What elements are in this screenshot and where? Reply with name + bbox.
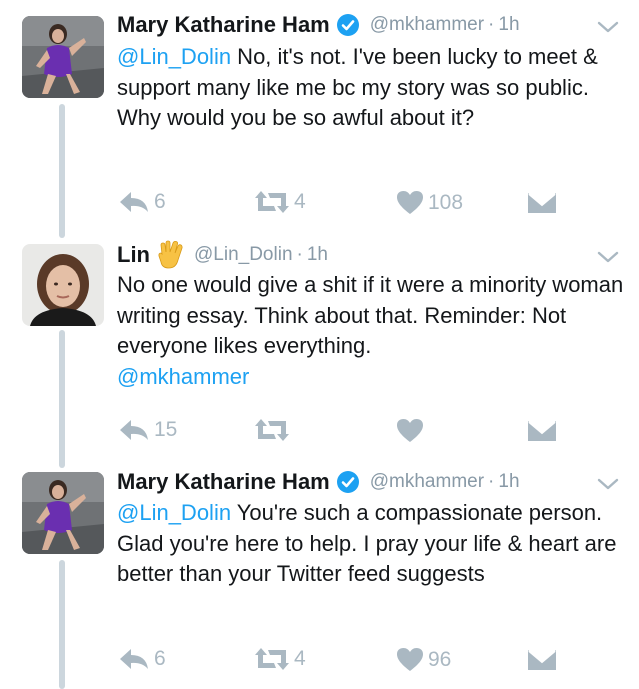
like-button[interactable] [396, 418, 428, 443]
verified-badge-icon [336, 470, 360, 494]
reply-count: 15 [154, 418, 178, 441]
user-handle[interactable]: @Lin_Dolin [194, 244, 293, 266]
reply-count: 6 [154, 647, 166, 670]
tweet[interactable]: Mary Katharine Ham @mkhammer · 1h @Lin_D… [0, 464, 639, 689]
envelope-icon [528, 193, 556, 213]
chevron-down-icon[interactable] [597, 477, 619, 491]
reply-button[interactable]: 6 [118, 190, 166, 214]
reply-icon [120, 420, 148, 440]
mention-link[interactable]: @Lin_Dolin [117, 44, 231, 69]
envelope-icon [528, 421, 556, 441]
vulcan-salute-emoji [158, 240, 184, 270]
direct-message-button[interactable] [527, 192, 557, 214]
like-button[interactable]: 96 [396, 647, 451, 672]
heart-icon [397, 419, 423, 442]
avatar[interactable] [22, 16, 104, 98]
retweet-icon [255, 648, 289, 670]
chevron-down-icon[interactable] [597, 20, 619, 34]
display-name[interactable]: Lin [117, 242, 150, 268]
retweet-icon [255, 419, 289, 441]
envelope-icon [528, 650, 556, 670]
separator-dot: · [488, 14, 495, 35]
direct-message-button[interactable] [527, 420, 557, 442]
chevron-down-icon[interactable] [597, 250, 619, 264]
heart-icon [397, 648, 423, 671]
timestamp[interactable]: 1h [498, 471, 519, 493]
display-name[interactable]: Mary Katharine Ham [117, 12, 330, 38]
mention-link[interactable]: @mkhammer [117, 364, 249, 389]
direct-message-button[interactable] [527, 649, 557, 671]
timestamp[interactable]: 1h [498, 14, 519, 36]
retweet-count: 4 [294, 647, 306, 670]
tweet-text: @Lin_Dolin You're such a compassionate p… [117, 498, 627, 590]
like-count: 108 [428, 190, 464, 214]
display-name[interactable]: Mary Katharine Ham [117, 469, 330, 495]
tweet-text: @Lin_Dolin No, it's not. I've been lucky… [117, 42, 627, 134]
avatar[interactable] [22, 472, 104, 554]
user-handle[interactable]: @mkhammer [370, 471, 484, 493]
separator-dot: · [296, 244, 303, 265]
separator-dot: · [488, 471, 495, 492]
heart-icon [397, 191, 423, 214]
verified-badge-icon [336, 13, 360, 37]
retweet-button[interactable] [254, 418, 294, 442]
retweet-button[interactable]: 4 [254, 647, 306, 671]
tweet[interactable]: Lin @Lin_Dolin · 1h No one would give a … [0, 238, 639, 464]
like-count: 96 [428, 647, 452, 671]
tweet-body: No one would give a shit if it were a mi… [117, 272, 624, 358]
like-button[interactable]: 108 [396, 190, 463, 215]
avatar[interactable] [22, 244, 104, 326]
reply-count: 6 [154, 190, 166, 213]
user-handle[interactable]: @mkhammer [370, 14, 484, 36]
tweet[interactable]: Mary Katharine Ham @mkhammer · 1h @Lin_D… [0, 0, 639, 238]
reply-icon [120, 649, 148, 669]
reply-button[interactable]: 15 [118, 418, 177, 442]
retweet-button[interactable]: 4 [254, 190, 306, 214]
reply-button[interactable]: 6 [118, 647, 166, 671]
reply-icon [120, 192, 148, 212]
retweet-count: 4 [294, 190, 306, 213]
retweet-icon [255, 191, 289, 213]
tweet-text: No one would give a shit if it were a mi… [117, 270, 627, 392]
mention-link[interactable]: @Lin_Dolin [117, 500, 231, 525]
timestamp[interactable]: 1h [307, 244, 328, 266]
